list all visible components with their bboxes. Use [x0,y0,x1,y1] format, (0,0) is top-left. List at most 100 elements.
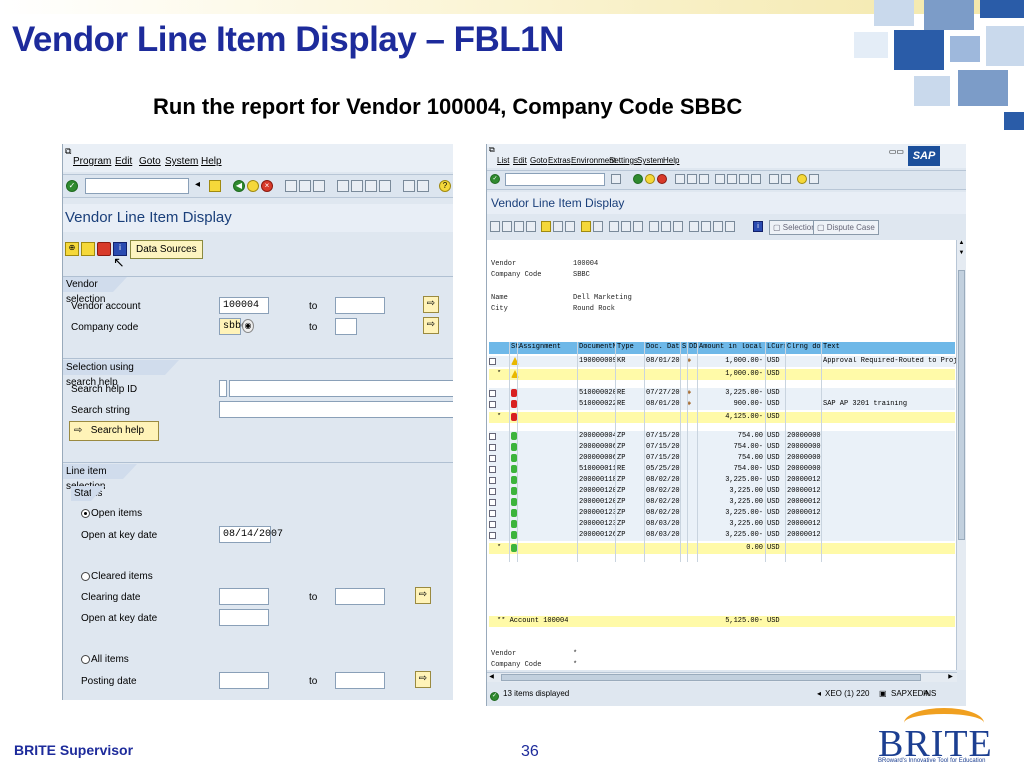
layout-icon[interactable] [809,174,819,184]
create-session-icon[interactable] [403,180,415,192]
menu-help[interactable]: Help [201,156,222,167]
menu-settings[interactable]: Settings [609,156,638,165]
window-menu-icon[interactable]: ⧉ [489,145,495,155]
last-page-icon[interactable] [379,180,391,192]
vertical-scroll-thumb[interactable] [958,270,965,540]
window-menu-icon[interactable]: ⧉ [65,146,71,157]
find-icon[interactable] [299,180,311,192]
last-page-icon[interactable] [751,174,761,184]
previous-item-icon[interactable] [502,221,512,232]
edit-icon[interactable] [541,221,551,232]
open-at-key-date-input[interactable]: 08/14/2007 [219,526,283,543]
graphic-icon[interactable] [725,221,735,232]
sort-descending-icon[interactable] [621,221,631,232]
select-layout-icon[interactable] [701,221,711,232]
search-help-id-input[interactable] [219,380,227,397]
get-variant-icon[interactable] [81,242,95,256]
execute-icon[interactable]: ⊕ [65,242,79,256]
print-icon[interactable] [285,180,297,192]
next-page-icon[interactable] [365,180,377,192]
menu-edit[interactable]: Edit [513,156,527,165]
change-layout-icon[interactable] [689,221,699,232]
horizontal-scroll-thumb[interactable] [501,674,921,681]
deselect-all-icon[interactable] [565,221,575,232]
help-icon[interactable] [797,174,807,184]
open-items-radio[interactable] [81,509,90,518]
find-next-icon[interactable] [313,180,325,192]
next-item-icon[interactable] [514,221,524,232]
enter-icon[interactable]: ✓ [490,174,500,184]
display-document-icon[interactable] [593,221,603,232]
data-sources-button[interactable]: Data Sources [130,240,203,259]
info-icon[interactable]: i [753,221,763,232]
search-help-button[interactable]: ⇨ Search help [69,421,159,441]
menu-extras[interactable]: Extras [548,156,571,165]
menu-goto[interactable]: Goto [530,156,547,165]
first-item-icon[interactable] [490,221,500,232]
horizontal-scrollbar[interactable]: ◀ ▶ [487,672,957,682]
dispute-case-button[interactable]: ▢ Dispute Case [813,220,879,235]
select-all-icon[interactable] [553,221,563,232]
search-string-input[interactable] [219,401,453,418]
find-next-icon[interactable] [699,174,709,184]
scroll-up-icon[interactable]: ▲ [957,240,966,249]
shortcut-icon[interactable] [417,180,429,192]
menu-system[interactable]: System [165,156,198,167]
details-icon[interactable] [581,221,591,232]
all-items-radio[interactable] [81,655,90,664]
command-history-icon[interactable]: ◂ [195,179,200,190]
menu-program[interactable]: Program [73,156,111,167]
posting-date-to-input[interactable] [335,672,385,689]
posting-date-input[interactable] [219,672,269,689]
first-page-icon[interactable] [337,180,349,192]
value-help-icon[interactable]: ◉ [242,319,254,333]
scroll-left-icon[interactable]: ◀ [487,673,496,682]
clearing-date-to-input[interactable] [335,588,385,605]
save-layout-icon[interactable] [713,221,723,232]
find-icon[interactable] [687,174,697,184]
cleared-open-at-key-date-input[interactable] [219,609,269,626]
company-code-to-input[interactable] [335,318,357,335]
last-item-icon[interactable] [526,221,536,232]
menu-list[interactable]: List [497,156,509,165]
cleared-items-radio[interactable] [81,572,90,581]
shortcut-icon[interactable] [781,174,791,184]
clearing-date-input[interactable] [219,588,269,605]
menu-help[interactable]: Help [663,156,679,165]
total-icon[interactable] [649,221,659,232]
vendor-account-to-input[interactable] [335,297,385,314]
next-page-icon[interactable] [739,174,749,184]
previous-page-icon[interactable] [351,180,363,192]
company-code-multiple-selection-button[interactable]: ⇨ [423,317,439,334]
clearing-date-multiple-selection-button[interactable]: ⇨ [415,587,431,604]
dynamic-selections-icon[interactable] [97,242,111,256]
status-system-arrow-icon[interactable]: ◂ [817,689,821,698]
cancel-icon[interactable] [657,174,667,184]
export-icon[interactable] [673,221,683,232]
save-icon[interactable] [209,180,221,192]
command-field[interactable] [85,178,189,194]
exit-icon[interactable] [645,174,655,184]
first-page-icon[interactable] [715,174,725,184]
vendor-multiple-selection-button[interactable]: ⇨ [423,296,439,313]
previous-page-icon[interactable] [727,174,737,184]
filter-icon[interactable] [633,221,643,232]
save-icon[interactable] [611,174,621,184]
enter-icon[interactable]: ✓ [66,180,78,192]
back-icon[interactable] [633,174,643,184]
menu-edit[interactable]: Edit [115,156,132,167]
subtotal-icon[interactable] [661,221,671,232]
window-controls-icon[interactable]: ▭▭ [889,147,904,156]
cancel-icon[interactable]: × [261,180,273,192]
menu-system[interactable]: System [637,156,664,165]
help-icon[interactable]: ? [439,180,451,192]
command-field[interactable] [505,173,605,186]
create-session-icon[interactable] [769,174,779,184]
back-icon[interactable]: ◀ [233,180,245,192]
print-icon[interactable] [675,174,685,184]
company-code-input[interactable]: sbbc [219,318,247,335]
menu-goto[interactable]: Goto [139,156,161,167]
vendor-account-input[interactable]: 100004 [219,297,269,314]
sort-ascending-icon[interactable] [609,221,619,232]
posting-date-multiple-selection-button[interactable]: ⇨ [415,671,431,688]
